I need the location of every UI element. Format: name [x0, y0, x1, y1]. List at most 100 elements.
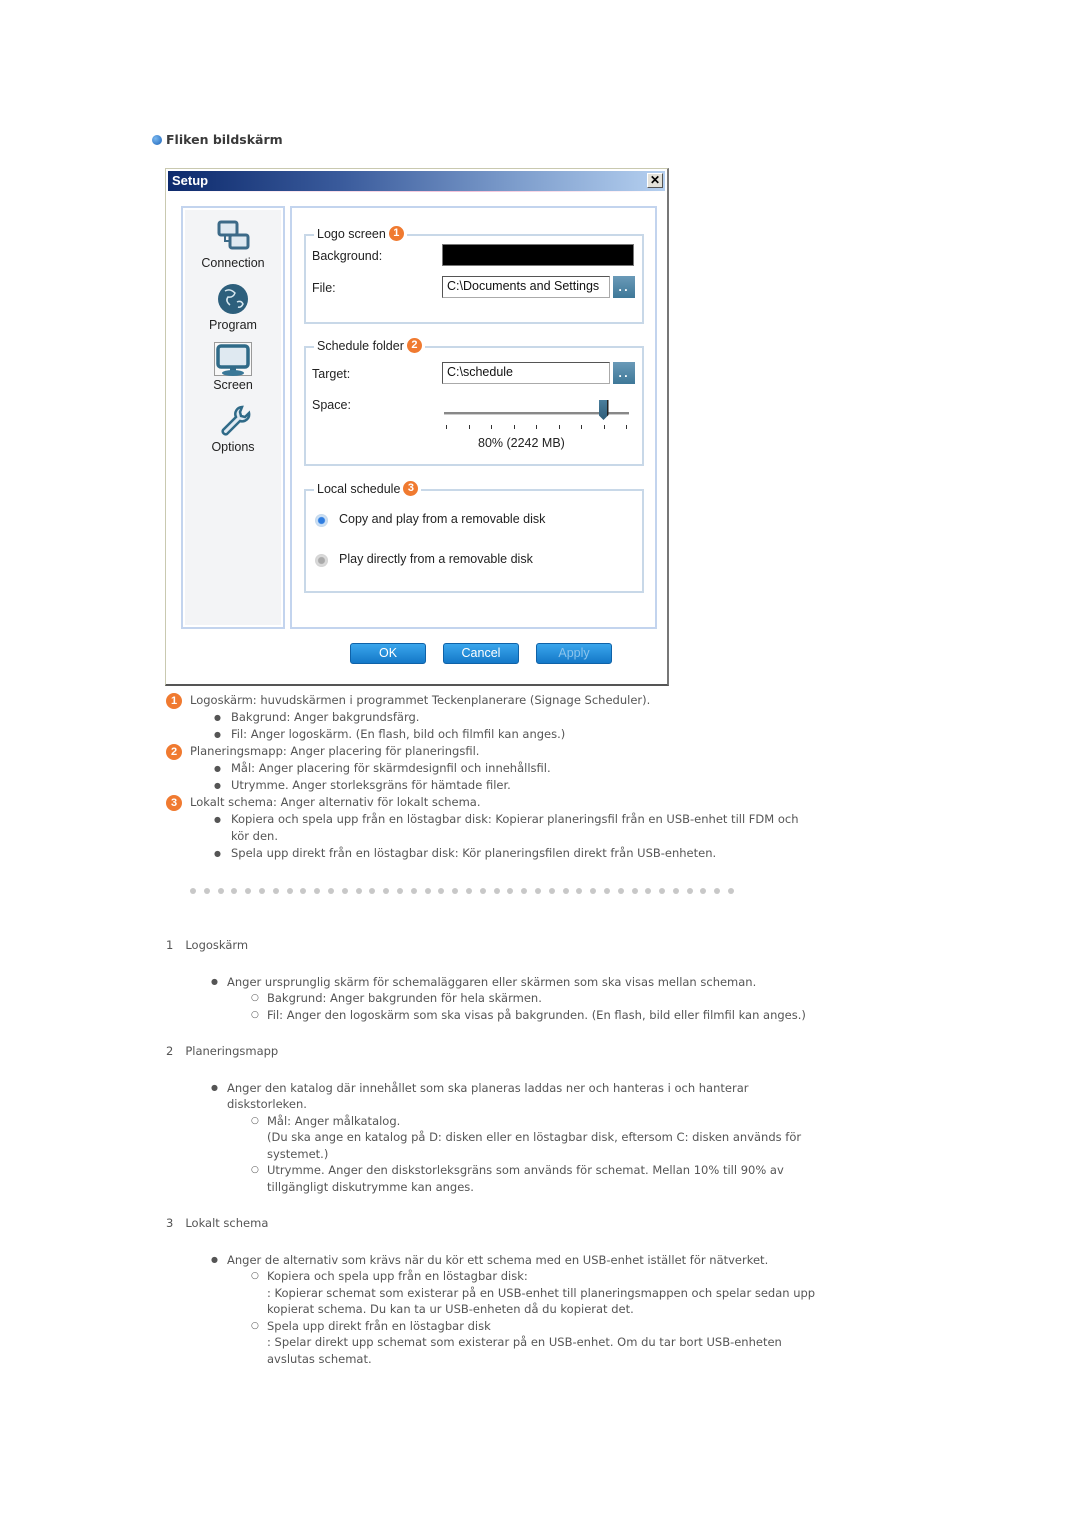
- file-label: File:: [312, 281, 336, 295]
- divider-dot: [272, 888, 279, 894]
- note-text: Planeringsmapp: Anger placering för plan…: [190, 744, 480, 758]
- divider-dot: [672, 888, 679, 894]
- local-schedule-legend: Local schedule 3: [314, 481, 422, 496]
- background-color-field[interactable]: [442, 244, 634, 266]
- logo-screen-group: Logo screen 1 Background: File: C:\Docum…: [304, 226, 644, 324]
- apply-button[interactable]: Apply: [536, 643, 612, 664]
- note-item: Bakgrund: Anger bakgrundsfärg.: [214, 709, 806, 726]
- badge-3: 3: [166, 794, 182, 811]
- sidebar-item-options[interactable]: Options: [185, 404, 281, 454]
- section-bullet: Anger de alternativ som krävs när du kör…: [211, 1252, 816, 1269]
- file-input[interactable]: C:\Documents and Settings: [442, 276, 610, 298]
- divider-dot: [590, 888, 597, 894]
- close-button[interactable]: ✕: [647, 173, 663, 188]
- sidebar-label-options: Options: [211, 440, 255, 454]
- screen-settings-panel: Logo screen 1 Background: File: C:\Docum…: [290, 206, 657, 629]
- sidebar-label-screen: Screen: [213, 378, 253, 392]
- divider-dot: [396, 888, 403, 894]
- slider-tick: [491, 425, 492, 429]
- badge-1: 1: [166, 692, 182, 709]
- section-bullet: Anger ursprunglig skärm för schemaläggar…: [211, 974, 816, 991]
- divider-dot: [465, 888, 472, 894]
- radio-play-directly-label: Play directly from a removable disk: [339, 552, 533, 566]
- badge-1: 1: [388, 226, 404, 241]
- divider-dot: [562, 888, 569, 894]
- sidebar-label-connection: Connection: [201, 256, 265, 270]
- dotted-divider: [190, 888, 735, 894]
- divider-dot: [686, 888, 693, 894]
- divider-dot: [424, 888, 431, 894]
- slider-tick: [603, 425, 605, 429]
- target-browse-button[interactable]: ..: [613, 362, 635, 384]
- divider-dot: [700, 888, 707, 894]
- divider-dot: [479, 888, 486, 894]
- sub-item-continuation: (Du ska ange en katalog på D: disken ell…: [267, 1130, 802, 1161]
- divider-dot: [645, 888, 652, 894]
- space-slider-thumb[interactable]: [598, 400, 609, 420]
- note-item: Spela upp direkt från en löstagbar disk:…: [214, 845, 806, 862]
- cancel-button[interactable]: Cancel: [443, 643, 519, 664]
- note-item: Kopiera och spela upp från en löstagbar …: [214, 811, 806, 845]
- divider-dot: [258, 888, 265, 894]
- badge-2: 2: [406, 338, 422, 353]
- sidebar-item-screen[interactable]: Screen: [185, 342, 281, 392]
- title-bar[interactable]: Setup ✕: [168, 171, 665, 192]
- section-number: 2: [166, 1044, 174, 1058]
- sidebar-label-program: Program: [209, 318, 257, 332]
- section-title: Planeringsmapp: [185, 1044, 279, 1058]
- divider-dot: [355, 888, 362, 894]
- divider-dot: [728, 888, 735, 894]
- section-bullet: Anger den katalog där innehållet som ska…: [211, 1080, 816, 1113]
- radio-selected-icon[interactable]: [315, 514, 328, 527]
- monitor-icon: [214, 342, 252, 376]
- divider-dot: [714, 888, 721, 894]
- schedule-folder-title: Schedule folder: [317, 338, 404, 353]
- sidebar-item-connection[interactable]: Connection: [185, 220, 281, 270]
- description-body: 1 Logoskärm Anger ursprunglig skärm för s…: [166, 937, 816, 1387]
- local-schedule-group: Local schedule 3 Copy and play from a re…: [304, 481, 644, 593]
- divider-dot: [507, 888, 514, 894]
- file-browse-button[interactable]: ..: [613, 276, 635, 298]
- divider-dot: [203, 888, 210, 894]
- bullet-icon: [152, 134, 162, 145]
- divider-dot: [617, 888, 624, 894]
- divider-dot: [286, 888, 293, 894]
- divider-dot: [327, 888, 334, 894]
- note-text: Logoskärm: huvudskärmen i programmet Tec…: [190, 693, 651, 707]
- sub-item: Mål: Anger målkatalog.: [251, 1113, 816, 1130]
- sub-item-continuation: : Spelar direkt upp schemat som existera…: [267, 1335, 782, 1366]
- sidebar-item-program[interactable]: Program: [185, 282, 281, 332]
- section-2: 2 Planeringsmapp Anger den katalog där in…: [166, 1043, 816, 1195]
- ok-button[interactable]: OK: [350, 643, 426, 664]
- slider-tick: [446, 425, 447, 429]
- target-input[interactable]: C:\schedule: [442, 362, 610, 384]
- divider-dot: [314, 888, 321, 894]
- radio-unselected-icon[interactable]: [315, 554, 328, 567]
- sub-item-continuation: : Kopierar schemat som existerar på en U…: [267, 1285, 816, 1317]
- divider-dot: [369, 888, 376, 894]
- divider-dot: [631, 888, 638, 894]
- space-readout: 80% (2242 MB): [478, 436, 565, 450]
- section-heading-text: Fliken bildskärm: [166, 132, 283, 147]
- wrench-icon: [215, 404, 251, 438]
- logo-screen-title: Logo screen: [317, 226, 386, 241]
- connection-icon: [215, 220, 251, 254]
- divider-dot: [217, 888, 224, 894]
- slider-tick: [468, 425, 470, 429]
- note-item: Mål: Anger placering för skärmdesignfil …: [214, 760, 806, 777]
- divider-dot: [383, 888, 390, 894]
- sub-item: Kopiera och spela upp från en löstagbar …: [251, 1268, 816, 1285]
- section-title: Lokalt schema: [185, 1216, 269, 1230]
- section-1: 1 Logoskärm Anger ursprunglig skärm för s…: [166, 937, 816, 1023]
- sub-item: Bakgrund: Anger bakgrunden för hela skär…: [251, 990, 816, 1007]
- note-2: 2 Planeringsmapp: Anger placering för pla…: [166, 743, 806, 794]
- divider-dot: [410, 888, 417, 894]
- divider-dot: [438, 888, 445, 894]
- slider-tick: [536, 425, 537, 429]
- space-label: Space:: [312, 398, 351, 412]
- divider-dot: [300, 888, 307, 894]
- target-label: Target:: [312, 367, 351, 381]
- badge-3: 3: [403, 481, 419, 496]
- note-text: Lokalt schema: Anger alternativ för loka…: [190, 795, 481, 809]
- note-item: Fil: Anger logoskärm. (En flash, bild oc…: [214, 726, 806, 743]
